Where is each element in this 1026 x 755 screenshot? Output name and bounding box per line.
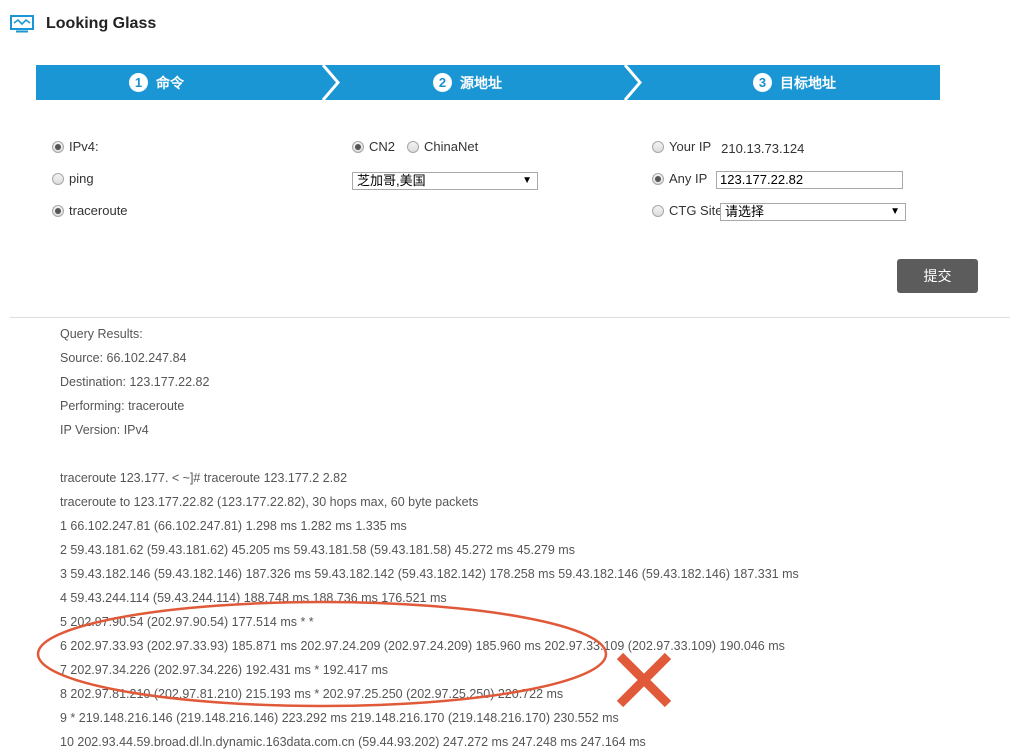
chinanet-label: ChinaNet <box>424 139 479 154</box>
ipv4-label: IPv4: <box>69 139 99 154</box>
cn2-radio[interactable] <box>352 140 364 153</box>
result-line: Performing: traceroute <box>60 399 185 413</box>
step-3-number: 3 <box>753 73 772 92</box>
any-ip-input-value: 123.177.22.82 <box>720 172 804 187</box>
result-line: Source: 66.102.247.84 <box>60 351 187 365</box>
step-1-number: 1 <box>129 73 148 92</box>
cn2-option[interactable]: CN2 ChinaNet <box>352 139 478 154</box>
result-line: 4 59.43.244.114 (59.43.244.114) 188.748 … <box>60 591 447 605</box>
step-3[interactable]: 3 目标地址 <box>753 65 836 100</box>
ctg-site-select[interactable]: 请选择 ▼ <box>720 203 906 221</box>
result-line: 3 59.43.182.146 (59.43.182.146) 187.326 … <box>60 567 799 581</box>
step-2[interactable]: 2 源地址 <box>433 65 502 100</box>
page-title: Looking Glass <box>46 15 157 32</box>
step-1-label: 命令 <box>156 74 184 91</box>
result-line: traceroute to 123.177.22.82 (123.177.22.… <box>60 495 479 509</box>
ipv4-radio[interactable] <box>52 140 64 153</box>
traceroute-radio[interactable] <box>52 204 64 217</box>
result-line: 8 202.97.81.210 (202.97.81.210) 215.193 … <box>60 687 564 701</box>
result-line: 2 59.43.181.62 (59.43.181.62) 45.205 ms … <box>60 543 575 557</box>
step-1[interactable]: 1 命令 <box>129 65 184 100</box>
dropdown-arrow-icon: ▼ <box>522 175 532 186</box>
result-line: 7 202.97.34.226 (202.97.34.226) 192.431 … <box>60 663 389 677</box>
traceroute-option[interactable]: traceroute <box>52 203 128 218</box>
step-2-label: 源地址 <box>460 74 502 91</box>
result-line: 10 202.93.44.59.broad.dl.ln.dynamic.163d… <box>60 735 646 749</box>
source-location-select[interactable]: 芝加哥,美国 ▼ <box>352 172 538 190</box>
your-ip-value: 210.13.73.124 <box>721 141 805 156</box>
chinanet-radio[interactable] <box>407 140 420 153</box>
ctg-site-label: CTG Site <box>669 203 723 218</box>
ping-label: ping <box>69 171 94 186</box>
cn2-label: CN2 <box>369 139 396 154</box>
source-location-value: 芝加哥,美国 <box>357 173 426 188</box>
any-ip-option[interactable]: Any IP <box>652 171 707 186</box>
x-mark-icon <box>616 652 672 708</box>
ping-option[interactable]: ping <box>52 171 94 186</box>
ctg-site-value: 请选择 <box>725 204 765 219</box>
monitor-icon <box>10 15 34 33</box>
result-line: traceroute 123.177. < ~]# traceroute 123… <box>60 471 348 485</box>
step-2-number: 2 <box>433 73 452 92</box>
your-ip-radio[interactable] <box>652 140 664 153</box>
ctg-site-option[interactable]: CTG Site <box>652 203 722 218</box>
traceroute-label: traceroute <box>69 203 128 218</box>
result-line: IP Version: IPv4 <box>60 423 149 437</box>
result-line: 1 66.102.247.81 (66.102.247.81) 1.298 ms… <box>60 519 407 533</box>
step-3-label: 目标地址 <box>780 74 836 91</box>
any-ip-radio[interactable] <box>652 172 664 185</box>
your-ip-option[interactable]: Your IP 210.13.73.124 <box>652 139 805 156</box>
your-ip-label: Your IP <box>669 139 712 154</box>
result-line: Query Results: <box>60 327 143 341</box>
any-ip-input[interactable]: 123.177.22.82 <box>716 171 903 189</box>
result-line: 5 202.97.90.54 (202.97.90.54) 177.514 ms… <box>60 615 314 629</box>
result-line: 6 202.97.33.93 (202.97.33.93) 185.871 ms… <box>60 639 785 653</box>
result-line: Destination: 123.177.22.82 <box>60 375 210 389</box>
step-bar: 1 命令 2 源地址 3 目标地址 <box>36 65 940 100</box>
submit-button[interactable]: 提交 <box>897 259 978 293</box>
result-line: 9 * 219.148.216.146 (219.148.216.146) 22… <box>60 711 619 725</box>
ctg-site-radio[interactable] <box>652 204 664 217</box>
any-ip-label: Any IP <box>669 171 708 186</box>
divider <box>10 317 1010 318</box>
ping-radio[interactable] <box>52 172 64 185</box>
app-header: Looking Glass <box>10 12 156 36</box>
ipv4-option[interactable]: IPv4: <box>52 139 99 154</box>
dropdown-arrow-icon: ▼ <box>890 206 900 217</box>
